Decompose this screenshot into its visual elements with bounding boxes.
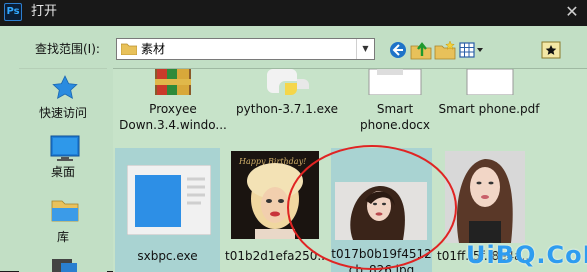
view-menu-icon[interactable] <box>459 40 485 60</box>
place-quick-access[interactable]: 快速访问 <box>19 75 107 123</box>
place-label: 桌面 <box>50 165 75 179</box>
favorites-icon[interactable] <box>541 40 561 60</box>
file-item[interactable]: sxbpc.exe <box>115 148 220 272</box>
file-item[interactable]: python-3.7.1.exe <box>229 69 345 137</box>
photoshop-app-icon: Ps <box>4 3 22 21</box>
file-name: Proxyee Down.3.4.windo... <box>119 102 227 132</box>
file-name: python-3.7.1.exe <box>236 102 338 116</box>
document-icon <box>368 69 422 95</box>
file-name: Smart phone.docx <box>359 102 431 132</box>
place-label: 快速访问 <box>38 106 87 120</box>
close-button[interactable]: ✕ <box>557 0 587 26</box>
up-folder-icon[interactable] <box>410 40 432 60</box>
back-icon[interactable] <box>389 40 407 60</box>
computer-icon[interactable] <box>49 257 79 272</box>
dialog-title: 打开 <box>31 4 58 19</box>
look-in-value: 素材 <box>141 42 166 56</box>
look-in-label: 查找范围(I): <box>35 42 100 56</box>
pdf-document-icon <box>466 69 514 95</box>
woman-photo-thumbnail <box>445 151 525 243</box>
star-icon <box>52 75 78 99</box>
installer-icon <box>127 165 211 235</box>
file-item[interactable]: Proxyee Down.3.4.windo... <box>117 69 229 137</box>
watermark: UiBQ.CoM <box>466 241 587 269</box>
look-in-dropdown[interactable]: 素材 ▼ <box>116 38 375 60</box>
title-bar: Ps 打开 ✕ <box>0 0 587 26</box>
place-desktop[interactable]: 桌面 <box>19 134 107 182</box>
library-icon <box>51 200 79 222</box>
file-name: sxbpc.exe <box>137 249 198 263</box>
folder-icon <box>121 43 137 55</box>
new-folder-icon[interactable] <box>434 40 456 60</box>
python-icon <box>267 69 309 95</box>
selection-highlight-circle <box>287 145 457 270</box>
archive-icon <box>155 69 191 95</box>
place-libraries[interactable]: 库 <box>19 196 107 244</box>
chevron-down-icon[interactable]: ▼ <box>356 39 374 59</box>
file-item[interactable]: Smart phone.docx <box>345 69 445 137</box>
file-name: Smart phone.pdf <box>438 102 540 116</box>
desktop-icon <box>50 135 80 161</box>
places-bar: 快速访问 桌面 库 <box>19 68 107 272</box>
file-item[interactable]: Smart phone.pdf <box>431 69 547 137</box>
place-label: 库 <box>56 230 69 244</box>
